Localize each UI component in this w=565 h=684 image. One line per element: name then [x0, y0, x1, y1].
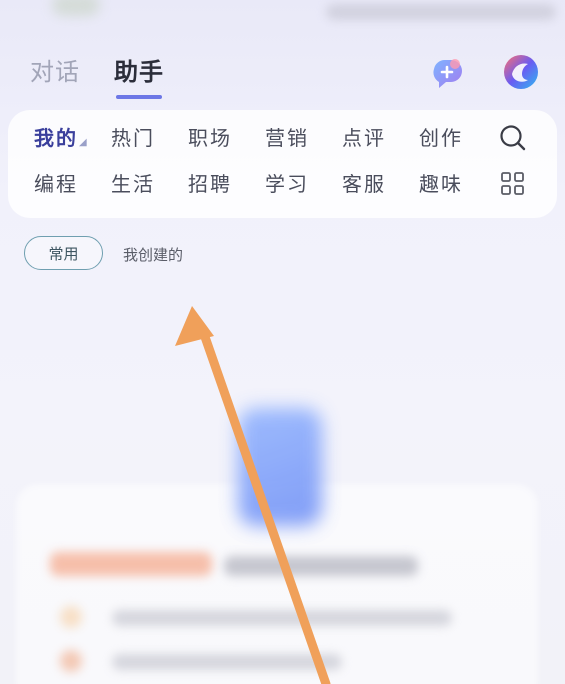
category-customer-service[interactable]: 客服	[342, 170, 419, 198]
status-bar	[0, 0, 565, 28]
category-marketing[interactable]: 营销	[265, 124, 342, 152]
category-review[interactable]: 点评	[342, 124, 419, 152]
category-marker: ◢	[79, 137, 89, 148]
category-creation[interactable]: 创作	[419, 124, 496, 152]
status-bar-blur-right	[326, 4, 556, 20]
category-fun[interactable]: 趣味	[419, 170, 496, 198]
grid-icon[interactable]	[496, 170, 530, 198]
category-panel: 我的◢ 热门 职场 营销 点评 创作 编程 生活 招聘 学习 客服 趣味	[8, 110, 557, 218]
category-workplace[interactable]: 职场	[188, 124, 265, 152]
category-life[interactable]: 生活	[111, 170, 188, 198]
add-chat-icon[interactable]	[428, 55, 466, 93]
filter-common-chip[interactable]: 常用	[24, 236, 103, 270]
blurred-title-highlight	[50, 552, 212, 576]
category-programming[interactable]: 编程	[34, 170, 111, 198]
blurred-bullet-icon	[60, 606, 82, 628]
category-recruiting[interactable]: 招聘	[188, 170, 265, 198]
blurred-bullet-icon	[60, 650, 82, 672]
top-tabs: 对话 助手	[30, 52, 164, 99]
tab-conversation[interactable]: 对话	[30, 52, 80, 87]
tab-assistant[interactable]: 助手	[114, 52, 164, 99]
category-hot[interactable]: 热门	[111, 124, 188, 152]
category-grid: 我的◢ 热门 职场 营销 点评 创作 编程 生活 招聘 学习 客服 趣味	[34, 124, 534, 198]
category-mine[interactable]: 我的◢	[34, 124, 111, 152]
blurred-line-2	[112, 654, 342, 670]
category-label: 我的	[34, 126, 78, 150]
status-bar-blur-left	[52, 0, 100, 16]
blurred-title-text	[224, 556, 418, 576]
category-study[interactable]: 学习	[265, 170, 342, 198]
filter-mine-created[interactable]: 我创建的	[123, 244, 183, 265]
blurred-line-1	[112, 610, 452, 626]
blurred-app-icon	[238, 408, 322, 526]
app-logo-icon[interactable]	[501, 52, 541, 92]
search-icon[interactable]	[496, 124, 530, 152]
